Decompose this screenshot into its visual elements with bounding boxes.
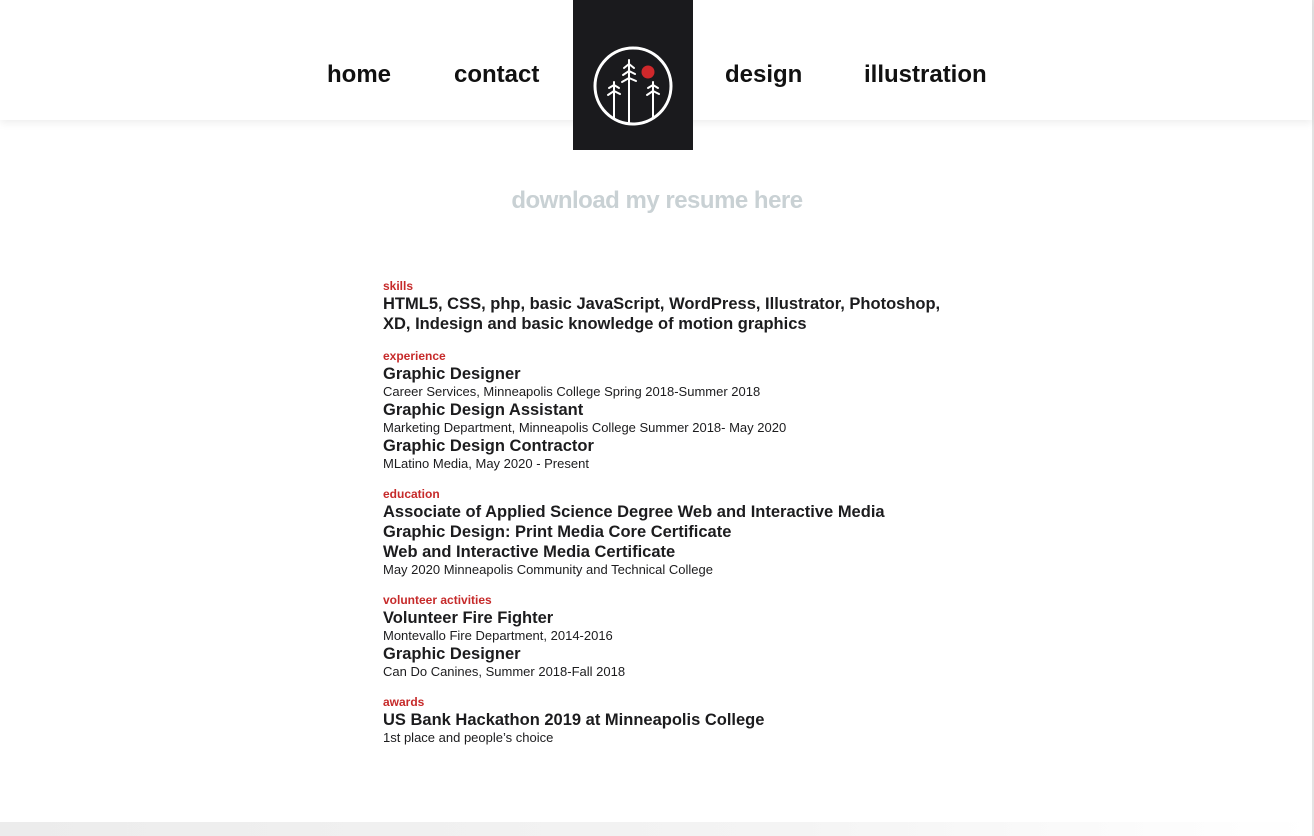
- education-label: education: [383, 487, 440, 501]
- experience-label: experience: [383, 349, 446, 363]
- skills-label: skills: [383, 279, 414, 293]
- awards-label: awards: [383, 695, 425, 709]
- nav-illustration-link[interactable]: illustration: [864, 59, 987, 91]
- experience-section: experience Graphic Designer Career Servi…: [383, 349, 983, 472]
- resume-content: skills HTML5, CSS, php, basic JavaScript…: [383, 279, 983, 761]
- education-detail: May 2020 Minneapolis Community and Techn…: [383, 562, 713, 577]
- nav-home-link[interactable]: home: [327, 59, 391, 91]
- experience-title: Graphic Design Assistant: [383, 401, 584, 419]
- skills-section: skills HTML5, CSS, php, basic JavaScript…: [383, 279, 983, 334]
- education-section: education Associate of Applied Science D…: [383, 487, 983, 578]
- education-certificate: Web and Interactive Media Certificate: [383, 543, 676, 561]
- experience-detail: Marketing Department, Minneapolis Colleg…: [383, 420, 787, 435]
- award-detail: 1st place and people’s choice: [383, 730, 554, 745]
- volunteer-section: volunteer activities Volunteer Fire Figh…: [383, 593, 983, 680]
- experience-detail: Career Services, Minneapolis College Spr…: [383, 384, 761, 399]
- nav-contact-link[interactable]: contact: [454, 59, 539, 91]
- experience-title: Graphic Designer: [383, 365, 521, 383]
- experience-detail: MLatino Media, May 2020 - Present: [383, 456, 589, 471]
- experience-title: Graphic Design Contractor: [383, 437, 594, 455]
- award-title: US Bank Hackathon 2019 at Minneapolis Co…: [383, 711, 765, 729]
- skills-text: HTML5, CSS, php, basic JavaScript, WordP…: [383, 295, 941, 333]
- education-degree: Associate of Applied Science Degree Web …: [383, 503, 885, 521]
- footer-shade: [0, 822, 1312, 836]
- volunteer-title: Volunteer Fire Fighter: [383, 609, 554, 627]
- volunteer-detail: Montevallo Fire Department, 2014-2016: [383, 628, 613, 643]
- volunteer-label: volunteer activities: [383, 593, 492, 607]
- awards-section: awards US Bank Hackathon 2019 at Minneap…: [383, 695, 983, 746]
- download-resume-link[interactable]: download my resume here: [0, 186, 1314, 216]
- nav-design-link[interactable]: design: [725, 59, 802, 91]
- resume-page: home contact design illustration downloa…: [0, 0, 1314, 836]
- pine-trees-moon-logo-icon: [593, 46, 673, 126]
- volunteer-detail: Can Do Canines, Summer 2018-Fall 2018: [383, 664, 626, 679]
- education-certificate: Graphic Design: Print Media Core Certifi…: [383, 523, 732, 541]
- volunteer-title: Graphic Designer: [383, 645, 521, 663]
- logo-home-link[interactable]: [573, 0, 693, 150]
